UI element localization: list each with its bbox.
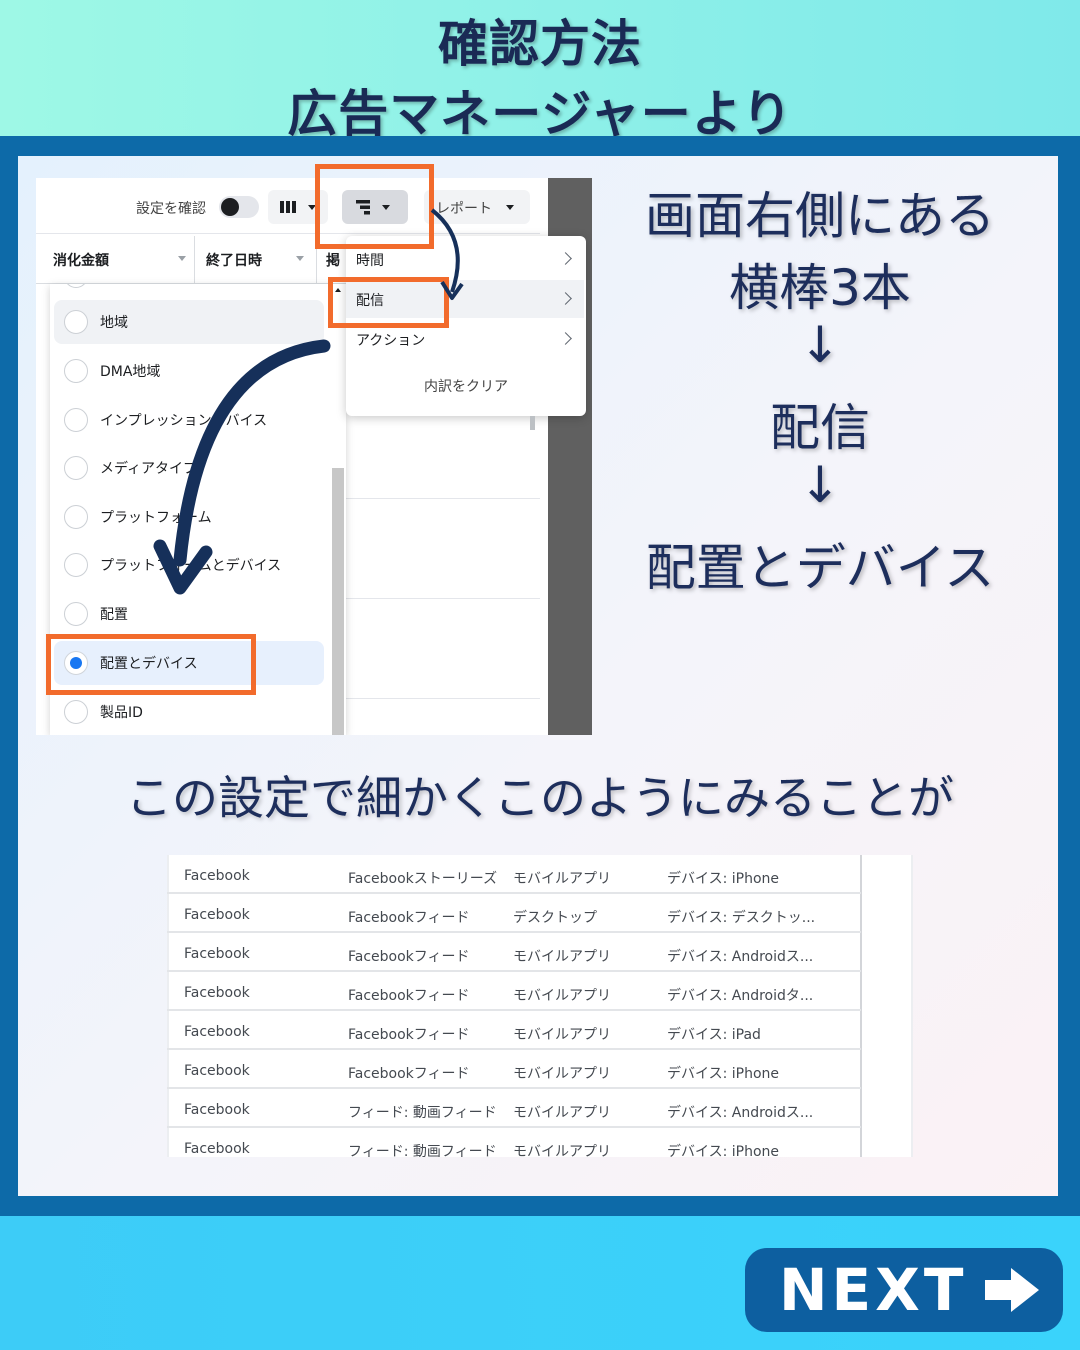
table-cell: デバイス: iPhone — [667, 1144, 780, 1157]
table-cell: モバイルアプリ — [513, 988, 611, 1004]
table-cell: フィード: 動画フィード — [348, 1105, 497, 1121]
arrow-right-icon — [985, 1268, 1039, 1312]
table-cell: デバイス: iPhone — [667, 871, 780, 887]
table-cell: Facebook — [184, 1102, 250, 1118]
table-cell: モバイルアプリ — [513, 1144, 611, 1157]
instruction-line-1: 画面右側にある — [645, 187, 995, 245]
table-cell: Facebook — [184, 907, 250, 923]
table-cell: デバイス: iPhone — [667, 1066, 780, 1082]
table-row[interactable]: Facebook Facebookフィード モバイルアプリ デバイス: iPad — [167, 1011, 861, 1050]
table-cell: Facebook — [184, 1141, 250, 1157]
table-cell: Facebookフィード — [348, 910, 470, 926]
caption: この設定で細かくこのようにみることが — [126, 771, 954, 825]
table-cell: デバイス: デスクトッ... — [667, 910, 816, 926]
big-arrow-path — [173, 339, 331, 567]
table-cell: Facebookフィード — [348, 1027, 470, 1043]
table-cell: デバイス: Androidタ... — [667, 988, 814, 1004]
table-cell: Facebook — [184, 1063, 250, 1079]
instruction-step-delivery: 配信 — [770, 399, 870, 457]
small-arrow-path — [430, 208, 460, 293]
table-row[interactable]: Facebook Facebookフィード モバイルアプリ デバイス: Android… — [167, 972, 861, 1011]
down-arrow-1: ↓ — [799, 316, 841, 374]
table-cell: Facebookフィード — [348, 988, 470, 1004]
next-label: NEXT — [779, 1256, 968, 1324]
instruction-line-2: 横棒3本 — [729, 259, 911, 317]
table-cell: フィード: 動画フィード — [348, 1144, 497, 1157]
table-cell: デスクトップ — [513, 910, 597, 926]
table-cell: Facebook — [184, 868, 250, 884]
table-cell: モバイルアプリ — [513, 1105, 611, 1121]
table-row[interactable]: Facebook Facebookフィード モバイルアプリ デバイス: Android… — [167, 933, 861, 972]
table-row[interactable]: Facebook Facebookフィード モバイルアプリ デバイス: iPhone — [167, 1050, 861, 1089]
table-cell: Facebook — [184, 985, 250, 1001]
table-row[interactable]: Facebook フィード: 動画フィード モバイルアプリ デバイス: Android… — [167, 1089, 861, 1128]
table-cell: Facebookフィード — [348, 949, 470, 965]
table-row[interactable]: Facebook Facebookストーリーズ モバイルアプリ デバイス: iPhon… — [167, 855, 861, 894]
table-cell: モバイルアプリ — [513, 949, 611, 965]
instruction-step-placement: 配置とデバイス — [645, 539, 995, 597]
table-cell: Facebookストーリーズ — [348, 871, 498, 887]
table-row[interactable]: Facebook Facebookフィード デスクトップ デバイス: デスクトッ... — [167, 894, 861, 933]
table-cell: Facebook — [184, 1024, 250, 1040]
table-cell: デバイス: Androidス... — [667, 1105, 814, 1121]
down-arrow-2: ↓ — [799, 456, 841, 514]
table-cell: Facebook — [184, 946, 250, 962]
table-cell: デバイス: Androidス... — [667, 949, 814, 965]
table-row[interactable]: Facebook フィード: 動画フィード モバイルアプリ デバイス: iPhone — [167, 1128, 861, 1157]
table-edge-right — [911, 855, 913, 1157]
table-cell: Facebookフィード — [348, 1066, 470, 1082]
table-cell: モバイルアプリ — [513, 871, 611, 887]
table-cell: モバイルアプリ — [513, 1027, 611, 1043]
table-cell: デバイス: iPad — [667, 1027, 761, 1043]
table-cell: モバイルアプリ — [513, 1066, 611, 1082]
next-button[interactable]: NEXT — [745, 1248, 1063, 1332]
results-table: Facebook Facebookストーリーズ モバイルアプリ デバイス: iPhon… — [167, 855, 913, 1157]
